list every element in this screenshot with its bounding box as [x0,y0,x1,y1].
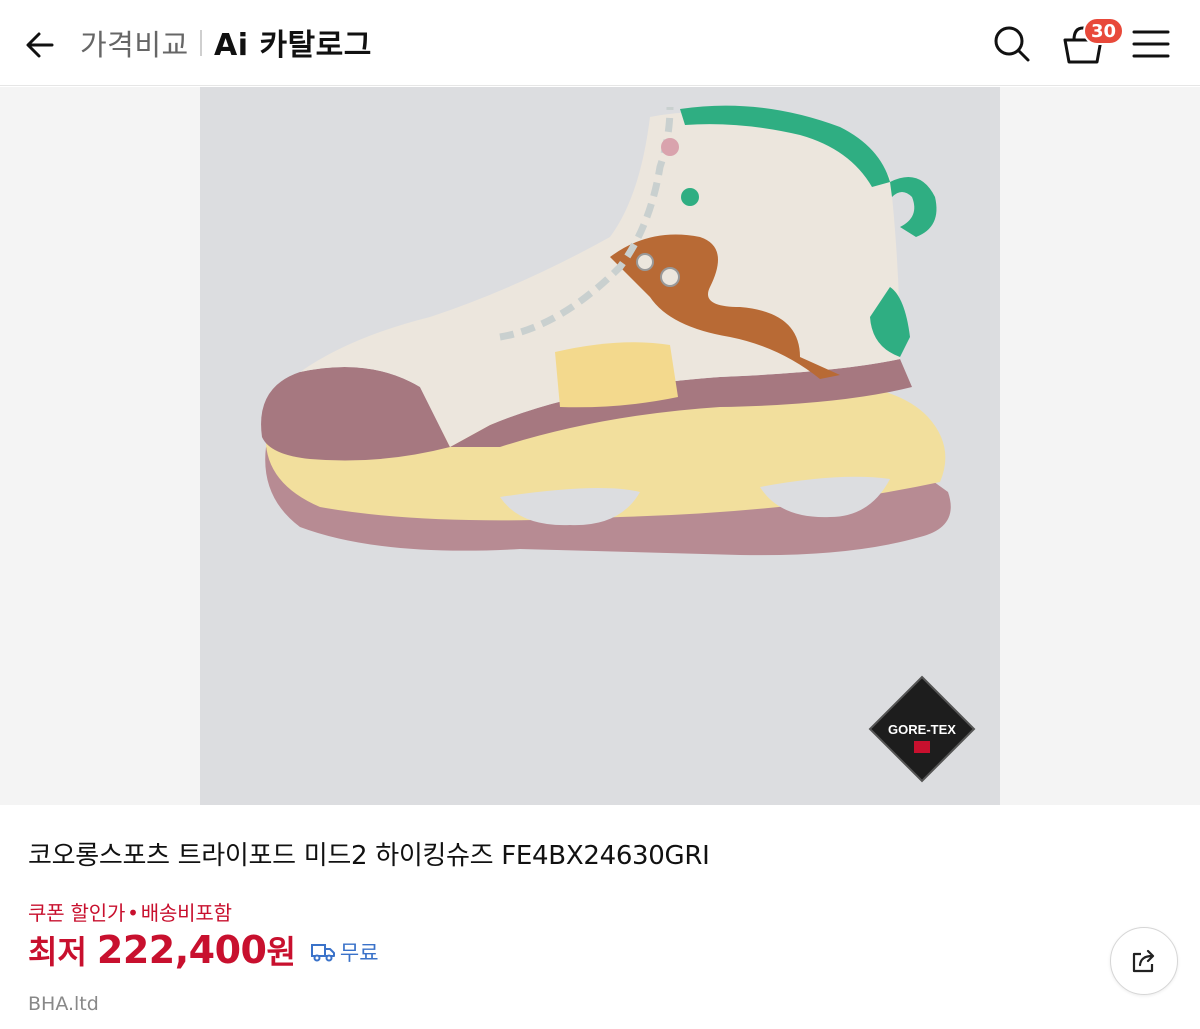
top-header: 가격비교 Ai 카탈로그 30 [0,0,1200,86]
price-compare-link[interactable]: 가격비교 [80,22,189,64]
price-unit: 원 [266,933,296,971]
separator-dot: • [127,901,139,925]
search-icon [994,26,1030,62]
cart-count-badge: 30 [1083,17,1125,45]
product-info: 코오롱스포츠 트라이포드 미드2 하이킹슈즈 FE4BX24630GRI 쿠폰 … [0,805,1200,1029]
gore-tex-badge-icon: GORE-TEX [868,675,976,783]
product-image[interactable]: GORE-TEX [200,87,1000,805]
product-title[interactable]: 코오롱스포츠 트라이포드 미드2 하이킹슈즈 FE4BX24630GRI [28,835,710,872]
hamburger-menu-icon [1132,30,1170,58]
product-image-area: GORE-TEX [0,87,1200,805]
price-row: 최저 222,400 원 무료 [28,927,379,973]
menu-button[interactable] [1130,24,1174,64]
back-arrow-icon [26,32,54,58]
nav-divider [200,30,202,56]
free-shipping: 무료 [310,937,379,967]
delivery-truck-icon [310,944,335,962]
free-shipping-label: 무료 [339,941,379,965]
coupon-label: 쿠폰 할인가 [28,901,126,925]
search-button[interactable] [990,22,1034,66]
back-button[interactable] [22,26,60,64]
share-button[interactable] [1110,927,1178,995]
seller-name[interactable]: BHA.ltd [28,993,99,1015]
price-value: 222,400 [96,928,267,972]
coupon-info: 쿠폰 할인가 • 배송비포함 [28,897,232,926]
page-title: Ai 카탈로그 [214,28,372,63]
share-icon [1132,949,1155,973]
lowest-price-label: 최저 [28,933,87,971]
gore-tex-label: GORE-TEX [888,722,956,737]
shipping-included-label: 배송비포함 [140,901,232,925]
